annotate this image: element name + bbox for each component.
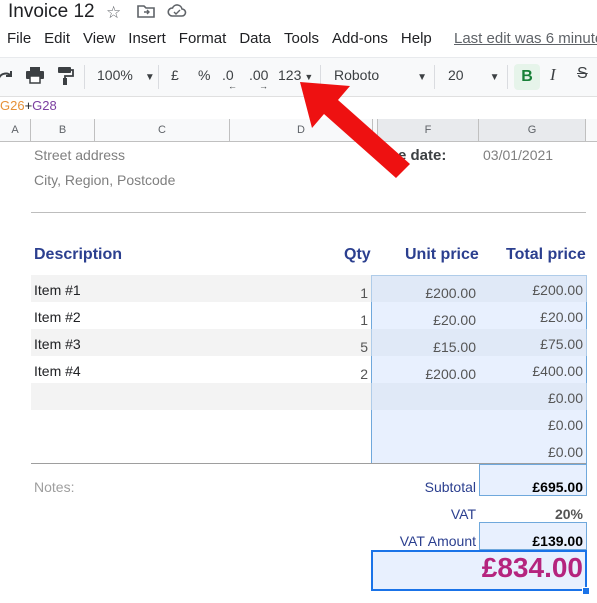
increase-decimal-button[interactable]: .00 → [249,67,268,91]
header-qty: Qty [344,246,371,263]
subtotal-value: £695.00 [532,479,583,495]
divider-line [31,212,586,213]
dropdown-arrow-icon: ▼ [144,72,155,83]
menu-help[interactable]: Help [401,30,432,47]
formula-ref-2: G28 [32,98,57,113]
item-name[interactable]: Item #4 [34,363,81,379]
item-unit-price[interactable]: £15.00 [380,339,476,355]
format-currency-button[interactable]: £ [171,67,179,83]
item-qty[interactable]: 1 [330,285,368,301]
formula-ref-1: G26 [0,98,25,113]
annotation-arrow-icon [300,82,410,178]
item-name[interactable]: Item #1 [34,282,81,298]
vat-amount-label: VAT Amount [399,533,476,549]
item-total-price[interactable]: £200.00 [480,282,583,298]
paint-format-icon[interactable] [56,66,74,89]
notes-label: Notes: [34,479,75,495]
redo-icon[interactable] [0,65,16,88]
menu-tools[interactable]: Tools [284,30,319,47]
italic-button[interactable]: I [550,65,556,85]
strikethrough-button[interactable]: S [577,65,588,83]
zoom-value: 100% [97,67,133,83]
grand-total-value: £834.00 [481,552,583,583]
item-qty[interactable]: 5 [330,339,368,355]
format-percent-button[interactable]: % [198,67,210,83]
font-size-value: 20 [448,67,464,83]
item-name[interactable]: Item #3 [34,336,81,352]
column-header-b[interactable]: B [31,119,95,141]
header-total-price: Total price [506,246,586,263]
zoom-select[interactable]: 100% ▼ [97,67,155,83]
vat-amount-value: £139.00 [532,533,583,549]
menu-bar: File Edit View Insert Format Data Tools Add-ons… [7,30,445,47]
fill-handle[interactable] [582,587,590,595]
item-total-price[interactable]: £75.00 [480,336,583,352]
decrease-decimal-button[interactable]: .0 ← [222,67,237,91]
item-name[interactable]: Item #2 [34,309,81,325]
date-value[interactable]: 03/01/2021 [483,147,553,163]
toolbar-divider [507,65,508,89]
city-region-postcode[interactable]: City, Region, Postcode [34,172,175,188]
item-unit-price[interactable]: £200.00 [380,366,476,382]
item-total-price[interactable]: £0.00 [480,390,583,406]
cloud-saved-icon[interactable] [167,3,187,24]
arrow-left-icon: ← [228,81,237,91]
vat-label: VAT [450,506,476,522]
menu-format[interactable]: Format [179,30,227,47]
menu-edit[interactable]: Edit [44,30,70,47]
doc-title[interactable]: Invoice 12 [8,1,95,23]
arrow-right-icon: → [259,81,268,91]
row-stripe [31,383,371,410]
last-edit-link[interactable]: Last edit was 6 minute [454,30,597,47]
street-address[interactable]: Street address [34,147,125,163]
move-folder-icon[interactable] [137,3,155,24]
item-total-price[interactable]: £0.00 [480,444,583,460]
subtotal-label: Subtotal [424,479,476,495]
item-qty[interactable]: 2 [330,366,368,382]
header-unit-price: Unit price [405,246,479,263]
toolbar-divider [158,65,159,89]
header-description: Description [34,246,123,263]
row-stripe [31,275,371,302]
menu-insert[interactable]: Insert [128,30,166,47]
menu-file[interactable]: File [7,30,31,47]
bold-button[interactable]: B [514,64,540,90]
item-unit-price[interactable]: £200.00 [380,285,476,301]
menu-view[interactable]: View [83,30,115,47]
dropdown-arrow-icon: ▼ [489,72,500,83]
column-header-g[interactable]: G [479,119,586,141]
formula-bar[interactable]: G26+G28 [0,98,57,113]
font-size-select[interactable]: 20 ▼ [448,67,499,83]
menu-addons[interactable]: Add-ons [332,30,388,47]
star-icon[interactable]: ☆ [106,3,121,23]
row-stripe [31,329,371,356]
column-header-c[interactable]: C [95,119,230,141]
column-header-a[interactable]: A [0,119,31,141]
print-icon[interactable] [25,66,45,87]
item-total-price[interactable]: £20.00 [480,309,583,325]
menu-data[interactable]: Data [239,30,271,47]
item-total-price[interactable]: £400.00 [480,363,583,379]
toolbar-divider [84,65,85,89]
item-unit-price[interactable]: £20.00 [380,312,476,328]
toolbar-divider [434,65,435,89]
vat-rate[interactable]: 20% [480,506,583,522]
item-total-price[interactable]: £0.00 [480,417,583,433]
item-qty[interactable]: 1 [330,312,368,328]
